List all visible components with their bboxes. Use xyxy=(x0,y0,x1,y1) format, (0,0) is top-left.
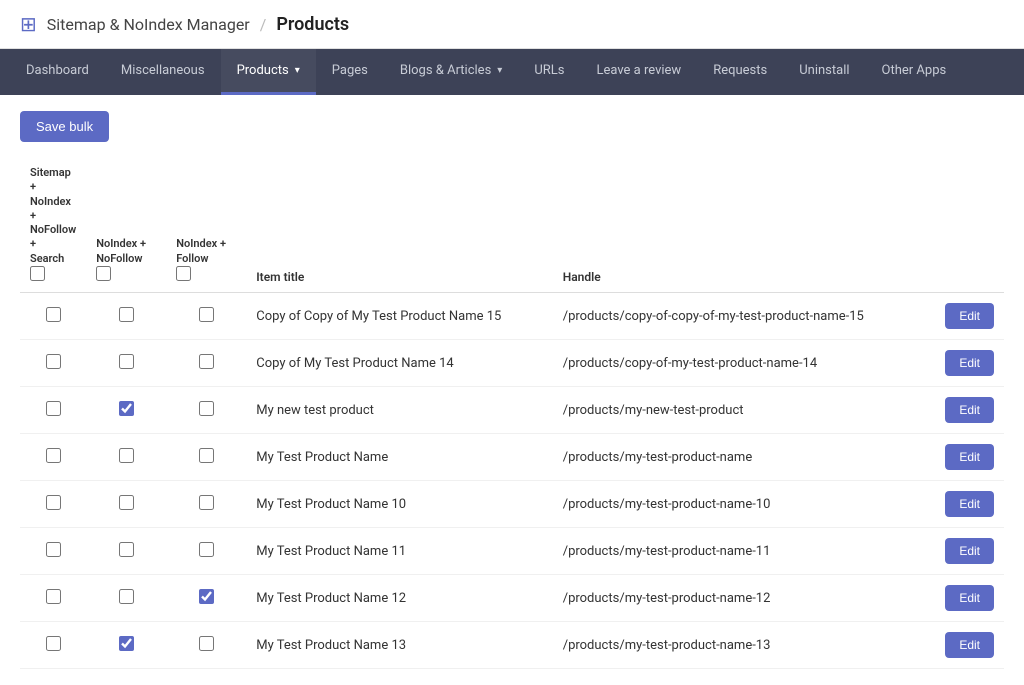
row-col1-checkbox[interactable] xyxy=(46,589,61,604)
row-col3-checkbox[interactable] xyxy=(199,401,214,416)
row-handle: /products/my-test-product-name-13 xyxy=(553,622,924,669)
row-item-title: My Test Product Name 11 xyxy=(246,528,552,575)
row-handle: /products/copy-of-copy-of-my-test-produc… xyxy=(553,293,924,340)
row-col3-checkbox[interactable] xyxy=(199,448,214,463)
select-all-col3[interactable] xyxy=(176,266,191,281)
nav-other-apps[interactable]: Other Apps xyxy=(866,49,963,95)
table-header-row: Sitemap +NoIndex +NoFollow +Search NoInd… xyxy=(20,158,1004,293)
row-item-title: My Test Product Name 13 xyxy=(246,622,552,669)
row-col3-checkbox[interactable] xyxy=(199,495,214,510)
page-title: Products xyxy=(276,14,349,35)
products-dropdown-arrow: ▾ xyxy=(295,65,300,76)
edit-button[interactable]: Edit xyxy=(945,491,994,517)
row-col1-checkbox[interactable] xyxy=(46,636,61,651)
nav-dashboard[interactable]: Dashboard xyxy=(10,49,105,95)
row-col2-checkbox[interactable] xyxy=(119,448,134,463)
row-col3-checkbox[interactable] xyxy=(199,636,214,651)
row-col3-checkbox[interactable] xyxy=(199,354,214,369)
row-col2-checkbox[interactable] xyxy=(119,401,134,416)
edit-button[interactable]: Edit xyxy=(945,350,994,376)
row-col2-checkbox[interactable] xyxy=(119,495,134,510)
row-col2-checkbox[interactable] xyxy=(119,542,134,557)
nav-uninstall[interactable]: Uninstall xyxy=(783,49,865,95)
nav-bar: Dashboard Miscellaneous Products ▾ Pages… xyxy=(0,49,1024,95)
th-action xyxy=(924,158,1004,293)
table-row: My Test Product Name 11/products/my-test… xyxy=(20,528,1004,575)
main-content: Save bulk Sitemap +NoIndex +NoFollow +Se… xyxy=(0,95,1024,685)
table-row: My Test Product Name 12/products/my-test… xyxy=(20,575,1004,622)
row-handle: /products/my-new-test-product xyxy=(553,387,924,434)
row-item-title: Copy of My Test Product Name 14 xyxy=(246,340,552,387)
edit-button[interactable]: Edit xyxy=(945,585,994,611)
row-col1-checkbox[interactable] xyxy=(46,307,61,322)
table-row: My Test Product Name 13/products/my-test… xyxy=(20,622,1004,669)
nav-pages[interactable]: Pages xyxy=(316,49,384,95)
row-item-title: My new test product xyxy=(246,387,552,434)
row-item-title: My Test Product Name 12 xyxy=(246,575,552,622)
th-handle: Handle xyxy=(553,158,924,293)
save-bulk-button[interactable]: Save bulk xyxy=(20,111,109,142)
nav-leave-review[interactable]: Leave a review xyxy=(580,49,697,95)
row-col1-checkbox[interactable] xyxy=(46,448,61,463)
table-row: Copy of My Test Product Name 14/products… xyxy=(20,340,1004,387)
th-col2: NoIndex +NoFollow xyxy=(86,158,166,293)
nav-miscellaneous[interactable]: Miscellaneous xyxy=(105,49,221,95)
nav-products[interactable]: Products ▾ xyxy=(221,49,316,95)
table-body: Copy of Copy of My Test Product Name 15/… xyxy=(20,293,1004,669)
app-icon: ⊞ xyxy=(20,12,37,36)
row-col3-checkbox[interactable] xyxy=(199,307,214,322)
row-col2-checkbox[interactable] xyxy=(119,589,134,604)
row-item-title: My Test Product Name xyxy=(246,434,552,481)
table-row: My new test product/products/my-new-test… xyxy=(20,387,1004,434)
row-col1-checkbox[interactable] xyxy=(46,354,61,369)
row-col1-checkbox[interactable] xyxy=(46,401,61,416)
breadcrumb-separator: / xyxy=(260,15,267,34)
row-handle: /products/my-test-product-name xyxy=(553,434,924,481)
table-row: My Test Product Name/products/my-test-pr… xyxy=(20,434,1004,481)
table-row: Copy of Copy of My Test Product Name 15/… xyxy=(20,293,1004,340)
row-col2-checkbox[interactable] xyxy=(119,307,134,322)
nav-requests[interactable]: Requests xyxy=(697,49,783,95)
edit-button[interactable]: Edit xyxy=(945,538,994,564)
row-col1-checkbox[interactable] xyxy=(46,542,61,557)
row-col3-checkbox[interactable] xyxy=(199,589,214,604)
th-item-title: Item title xyxy=(246,158,552,293)
blogs-dropdown-arrow: ▾ xyxy=(497,65,502,76)
row-item-title: Copy of Copy of My Test Product Name 15 xyxy=(246,293,552,340)
th-col3: NoIndex +Follow xyxy=(166,158,246,293)
table-row: My Test Product Name 10/products/my-test… xyxy=(20,481,1004,528)
row-col1-checkbox[interactable] xyxy=(46,495,61,510)
select-all-col1[interactable] xyxy=(30,266,45,281)
app-name: Sitemap & NoIndex Manager xyxy=(47,15,250,34)
nav-urls[interactable]: URLs xyxy=(518,49,580,95)
row-handle: /products/my-test-product-name-12 xyxy=(553,575,924,622)
edit-button[interactable]: Edit xyxy=(945,632,994,658)
row-col3-checkbox[interactable] xyxy=(199,542,214,557)
edit-button[interactable]: Edit xyxy=(945,303,994,329)
row-col2-checkbox[interactable] xyxy=(119,354,134,369)
edit-button[interactable]: Edit xyxy=(945,397,994,423)
row-handle: /products/my-test-product-name-10 xyxy=(553,481,924,528)
products-table: Sitemap +NoIndex +NoFollow +Search NoInd… xyxy=(20,158,1004,669)
row-handle: /products/copy-of-my-test-product-name-1… xyxy=(553,340,924,387)
nav-blogs-articles[interactable]: Blogs & Articles ▾ xyxy=(384,49,518,95)
row-item-title: My Test Product Name 10 xyxy=(246,481,552,528)
edit-button[interactable]: Edit xyxy=(945,444,994,470)
th-col1: Sitemap +NoIndex +NoFollow +Search xyxy=(20,158,86,293)
row-handle: /products/my-test-product-name-11 xyxy=(553,528,924,575)
app-header: ⊞ Sitemap & NoIndex Manager / Products xyxy=(0,0,1024,49)
select-all-col2[interactable] xyxy=(96,266,111,281)
row-col2-checkbox[interactable] xyxy=(119,636,134,651)
